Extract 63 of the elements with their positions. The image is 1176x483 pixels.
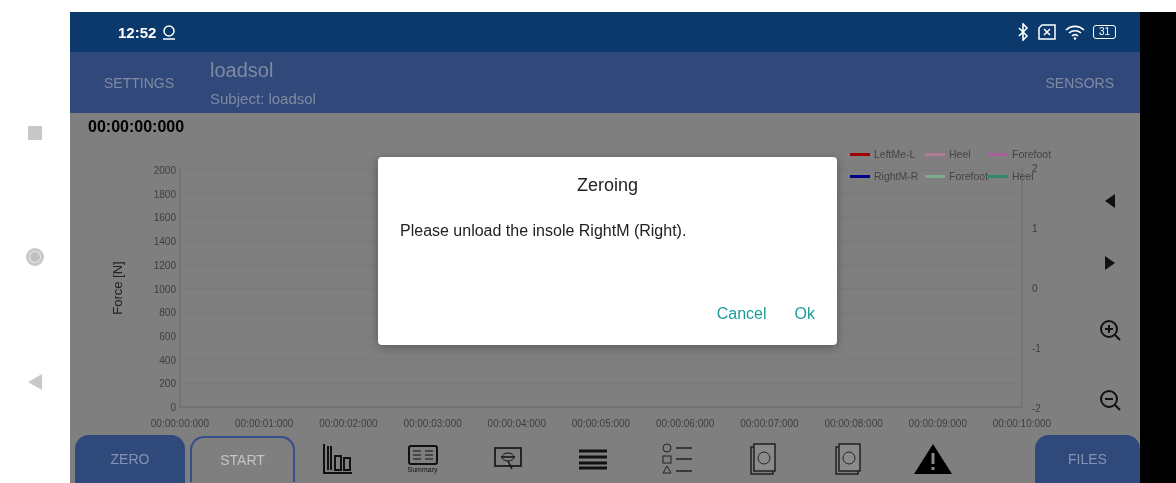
summary-icon — [406, 444, 439, 466]
sensors-button[interactable]: SENSORS — [1045, 74, 1114, 91]
x-tick-label: 00:00:05:000 — [571, 418, 631, 429]
right-tick-label: 1 — [1032, 223, 1038, 234]
zoom-in-icon[interactable] — [1099, 318, 1121, 341]
y-tick-label: 2000 — [153, 165, 176, 176]
y-tick-label: 0 — [170, 402, 176, 413]
legend-label: Forefoot — [949, 170, 989, 182]
legend-label: Heel — [1012, 170, 1034, 182]
zero-button[interactable]: ZERO — [75, 435, 185, 483]
bar-chart-icon — [321, 444, 354, 474]
legend-label: RightM-R — [874, 170, 919, 182]
battery-indicator: 31 — [1092, 25, 1116, 39]
settings-button[interactable]: SETTINGS — [104, 74, 174, 91]
x-tick-label: 00:00:09:000 — [908, 418, 967, 429]
y-tick-label: 1200 — [153, 259, 176, 271]
legend-label: LeftMe-L — [874, 148, 916, 160]
warning-icon — [912, 443, 953, 475]
dialog-button[interactable]: Cancel — [716, 305, 767, 323]
x-tick-label: 00:00:02:000 — [319, 418, 378, 429]
document-stack-icon — [749, 443, 776, 475]
status-time: 12:52 — [118, 23, 157, 41]
files-button[interactable]: FILES — [1035, 435, 1140, 483]
alarm-icon — [162, 24, 177, 40]
y-tick-label: 200 — [159, 378, 176, 390]
app-title: loadsol — [210, 58, 275, 82]
y-tick-label: 400 — [159, 354, 176, 366]
right-tick-label: -2 — [1032, 403, 1041, 414]
shapes-list-icon — [661, 443, 694, 475]
y-tick-label: 800 — [159, 307, 176, 319]
right-arrow-icon[interactable] — [1105, 256, 1115, 271]
x-tick-label: 00:00:04:000 — [487, 418, 546, 429]
x-tick-label: 00:00:08:000 — [824, 418, 883, 429]
x-tick-label: 00:00:07:000 — [740, 418, 799, 429]
left-arrow-icon[interactable] — [1105, 194, 1115, 209]
list-icon — [577, 448, 608, 470]
x-tick-label: 00:00:10:000 — [992, 418, 1052, 429]
right-tick-label: -1 — [1032, 343, 1041, 354]
legend-label: Heel — [949, 148, 971, 160]
dialog-title: Zeroing — [577, 175, 638, 196]
y-axis-title: Force [N] — [110, 261, 125, 315]
y-tick-label: 1000 — [153, 283, 176, 295]
subject-label: Subject: loadsol — [210, 89, 316, 107]
y-tick-label: 1600 — [153, 212, 176, 224]
y-tick-label: 1400 — [153, 236, 176, 248]
y-tick-label: 1800 — [153, 188, 176, 200]
x-tick-label: 00:00:01:000 — [235, 418, 294, 429]
zoom-out-icon[interactable] — [1099, 388, 1121, 411]
wifi-icon — [1064, 24, 1085, 40]
dialog-message: Please unload the insole RightM (Right). — [400, 222, 688, 240]
x-tick-label: 00:00:06:000 — [656, 418, 715, 429]
start-button[interactable]: START — [190, 436, 295, 482]
document-stack-icon — [834, 443, 861, 475]
dialog-button[interactable]: Ok — [794, 305, 815, 323]
report-icon — [492, 446, 523, 472]
x-tick-label: 00:00:03:000 — [403, 418, 462, 429]
elapsed-time: 00:00:00:000 — [88, 117, 185, 136]
x-tick-label: 00:00:00:000 — [150, 418, 210, 429]
right-tick-label: 2 — [1032, 163, 1038, 174]
bluetooth-icon — [1016, 23, 1029, 41]
y-tick-label: 600 — [159, 330, 176, 342]
legend-label: Forefoot — [1012, 148, 1052, 160]
sim-icon — [1036, 24, 1057, 40]
